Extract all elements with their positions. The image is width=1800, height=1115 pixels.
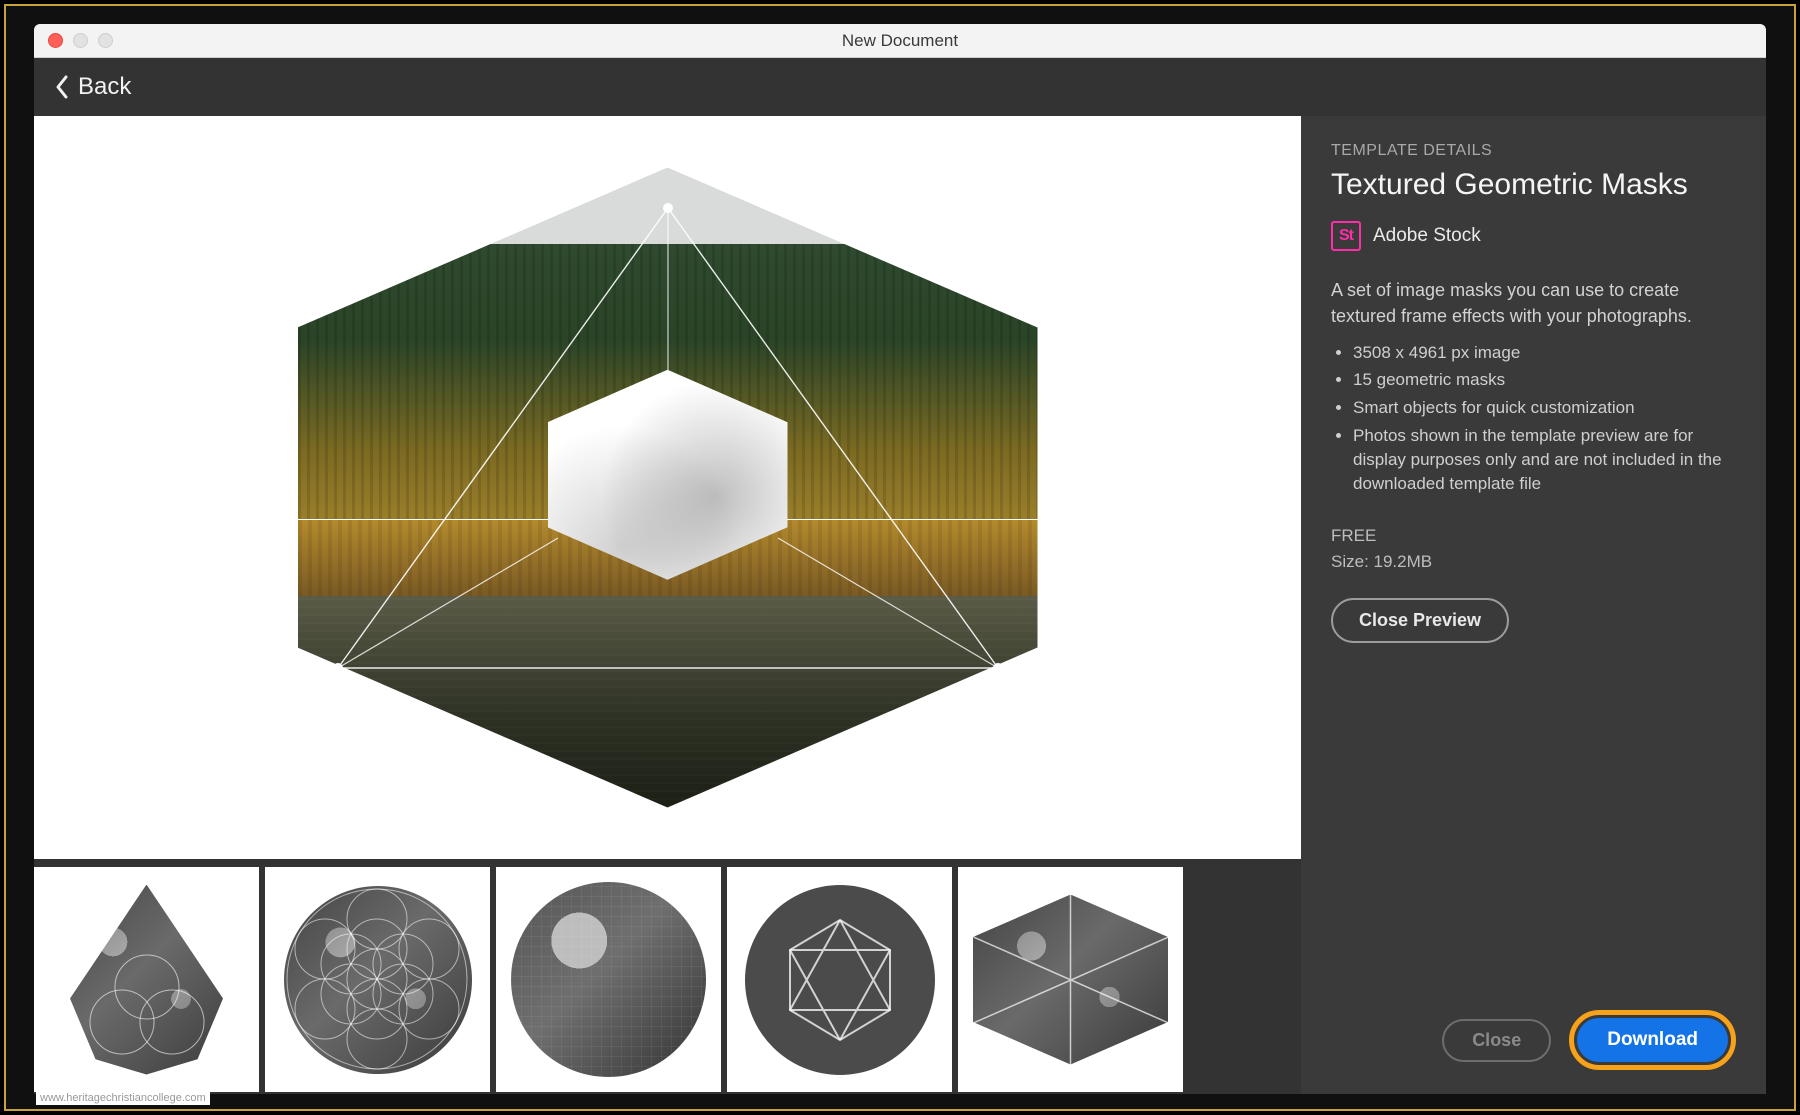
feature-item: Smart objects for quick customization bbox=[1353, 396, 1736, 420]
aperture-shape-icon bbox=[745, 885, 935, 1075]
hex-lines-overlay bbox=[973, 895, 1168, 1065]
download-highlight-ring: Download bbox=[1569, 1010, 1736, 1070]
dialog-footer-actions: Close Download bbox=[1442, 1010, 1736, 1070]
thumbnail[interactable] bbox=[958, 867, 1183, 1092]
adobe-stock-badge-icon: St bbox=[1331, 221, 1361, 251]
close-button[interactable]: Close bbox=[1442, 1019, 1551, 1062]
window-controls bbox=[34, 33, 113, 48]
preview-pane bbox=[34, 116, 1301, 1094]
download-button[interactable]: Download bbox=[1577, 1018, 1728, 1062]
window-title: New Document bbox=[34, 31, 1766, 51]
hexagon-mask-preview bbox=[298, 168, 1038, 808]
dialog-content: TEMPLATE DETAILS Textured Geometric Mask… bbox=[34, 116, 1766, 1094]
watermark-text: www.heritagechristiancollege.com bbox=[36, 1091, 210, 1105]
source-name: Adobe Stock bbox=[1373, 225, 1481, 247]
template-features-list: 3508 x 4961 px image 15 geometric masks … bbox=[1331, 341, 1736, 500]
template-title: Textured Geometric Masks bbox=[1331, 168, 1736, 203]
thumbnail[interactable] bbox=[496, 867, 721, 1092]
template-description: A set of image masks you can use to crea… bbox=[1331, 277, 1736, 329]
template-source[interactable]: St Adobe Stock bbox=[1331, 221, 1736, 251]
feature-item: Photos shown in the template preview are… bbox=[1353, 424, 1736, 495]
template-meta: FREE Size: 19.2MB bbox=[1331, 523, 1736, 574]
template-details-panel: TEMPLATE DETAILS Textured Geometric Mask… bbox=[1301, 116, 1766, 1094]
trefoil-overlay bbox=[77, 952, 217, 1062]
chevron-left-icon bbox=[54, 75, 70, 99]
preview-main-image[interactable] bbox=[34, 116, 1301, 859]
feature-item: 15 geometric masks bbox=[1353, 368, 1736, 392]
thumbnail[interactable] bbox=[727, 867, 952, 1092]
sphere-shape-icon bbox=[511, 882, 706, 1077]
new-document-window: New Document Back bbox=[34, 24, 1766, 1094]
thumbnail[interactable] bbox=[34, 867, 259, 1092]
close-preview-button[interactable]: Close Preview bbox=[1331, 598, 1509, 643]
back-label: Back bbox=[78, 73, 131, 101]
window-close-button[interactable] bbox=[48, 33, 63, 48]
price-label: FREE bbox=[1331, 523, 1736, 549]
flower-of-life-overlay bbox=[265, 867, 490, 1092]
thumbnail[interactable] bbox=[265, 867, 490, 1092]
details-section-label: TEMPLATE DETAILS bbox=[1331, 142, 1736, 160]
outer-highlight-frame: New Document Back bbox=[4, 4, 1796, 1111]
back-button[interactable]: Back bbox=[54, 73, 131, 101]
dialog-toolbar: Back bbox=[34, 58, 1766, 116]
window-maximize-button[interactable] bbox=[98, 33, 113, 48]
size-label: Size: 19.2MB bbox=[1331, 549, 1736, 575]
window-minimize-button[interactable] bbox=[73, 33, 88, 48]
window-titlebar: New Document bbox=[34, 24, 1766, 58]
feature-item: 3508 x 4961 px image bbox=[1353, 341, 1736, 365]
thumbnail-strip bbox=[34, 859, 1301, 1094]
